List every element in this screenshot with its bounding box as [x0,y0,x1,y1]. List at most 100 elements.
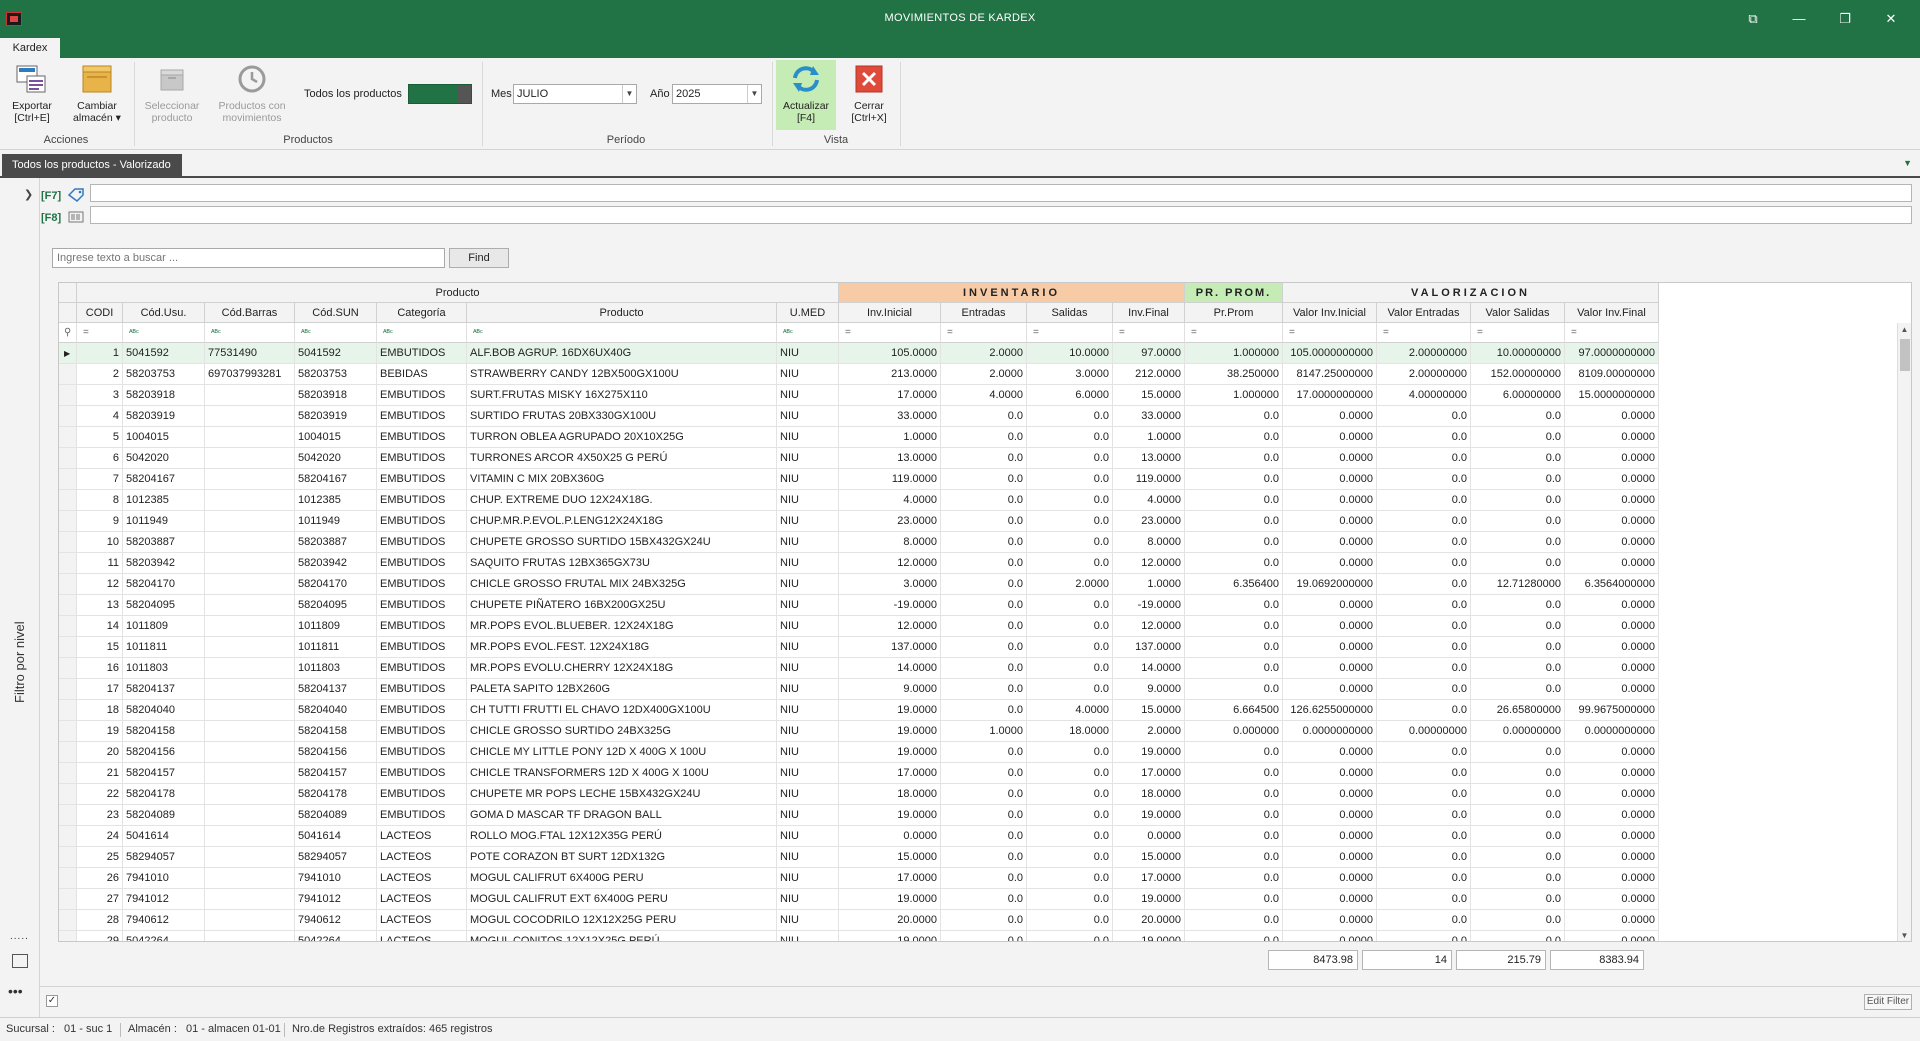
auto-filter-valor-entradas[interactable]: = [1377,323,1471,343]
cell-cod-sun[interactable]: 58204157 [295,763,377,784]
cell-valor-inv-final[interactable]: 0.0000 [1565,679,1659,700]
cell-valor-inv-final[interactable]: 0.0000 [1565,532,1659,553]
row-indicator[interactable] [59,469,77,490]
cell-valor-inv-final[interactable]: 8109.00000000 [1565,364,1659,385]
cell-salidas[interactable]: 0.0 [1027,742,1113,763]
cell-cod-barras[interactable] [205,700,295,721]
cell-cod-usu[interactable]: 5041614 [123,826,205,847]
cell-codi[interactable]: 7 [77,469,123,490]
cell-umed[interactable]: NIU [777,490,839,511]
cell-valor-inv-final[interactable]: 0.0000 [1565,826,1659,847]
expand-chevron-icon[interactable]: ❯ [24,188,33,201]
cell-producto[interactable]: CHUP.MR.P.EVOL.P.LENG12X24X18G [467,511,777,532]
cell-inv-final[interactable]: 212.0000 [1113,364,1185,385]
cell-cod-sun[interactable]: 5042020 [295,448,377,469]
table-row[interactable]: 16 1011803 1011803 EMBUTIDOS MR.POPS EVOLU.C… [59,658,1659,679]
table-row[interactable]: 10 58203887 58203887 EMBUTIDOS CHUPETE GROSS… [59,532,1659,553]
cell-valor-salidas[interactable]: 0.0 [1471,826,1565,847]
table-row[interactable]: 14 1011809 1011809 EMBUTIDOS MR.POPS EVOL.BL… [59,616,1659,637]
cell-inv-final[interactable]: 12.0000 [1113,616,1185,637]
cell-producto[interactable]: SURTIDO FRUTAS 20BX330GX100U [467,406,777,427]
cell-umed[interactable]: NIU [777,847,839,868]
cell-inv-inicial[interactable]: 19.0000 [839,721,941,742]
cell-valor-inv-inicial[interactable]: 0.0000 [1283,931,1377,941]
column-header-entradas[interactable]: Entradas [941,303,1027,323]
cell-valor-salidas[interactable]: 0.0 [1471,448,1565,469]
cell-categoria[interactable]: LACTEOS [377,868,467,889]
cell-cod-usu[interactable]: 7941012 [123,889,205,910]
cell-inv-final[interactable]: 9.0000 [1113,679,1185,700]
document-tab[interactable]: Todos los productos - Valorizado [2,154,182,176]
edit-filter-button[interactable]: Edit Filter [1864,994,1912,1010]
cell-valor-inv-final[interactable]: 6.3564000000 [1565,574,1659,595]
cell-cod-usu[interactable]: 1011809 [123,616,205,637]
close-window-button[interactable]: ✕ [1868,0,1914,38]
auto-filter-codi[interactable]: = [77,323,123,343]
cell-inv-final[interactable]: 33.0000 [1113,406,1185,427]
row-indicator[interactable] [59,784,77,805]
cell-inv-inicial[interactable]: 105.0000 [839,343,941,364]
cell-salidas[interactable]: 18.0000 [1027,721,1113,742]
cell-categoria[interactable]: EMBUTIDOS [377,784,467,805]
cell-valor-inv-final[interactable]: 0.0000 [1565,847,1659,868]
cell-cod-sun[interactable]: 1011949 [295,511,377,532]
table-row[interactable]: 18 58204040 58204040 EMBUTIDOS CH TUTTI FRUT… [59,700,1659,721]
change-warehouse-button[interactable]: Cambiar almacén ▾ [68,62,126,124]
table-row[interactable]: 8 1012385 1012385 EMBUTIDOS CHUP. EXTREME DU… [59,490,1659,511]
cell-salidas[interactable]: 0.0 [1027,931,1113,941]
cell-valor-salidas[interactable]: 0.0 [1471,742,1565,763]
cell-cod-sun[interactable]: 58204170 [295,574,377,595]
cell-valor-entradas[interactable]: 2.00000000 [1377,364,1471,385]
cell-cod-usu[interactable]: 58203942 [123,553,205,574]
cell-codi[interactable]: 6 [77,448,123,469]
cell-umed[interactable]: NIU [777,679,839,700]
cell-cod-sun[interactable]: 58204137 [295,679,377,700]
cell-valor-salidas[interactable]: 0.0 [1471,511,1565,532]
auto-filter-inv-final[interactable]: = [1113,323,1185,343]
row-indicator[interactable] [59,595,77,616]
row-indicator[interactable] [59,763,77,784]
row-indicator[interactable] [59,742,77,763]
cell-inv-final[interactable]: 19.0000 [1113,805,1185,826]
cell-valor-entradas[interactable]: 4.00000000 [1377,385,1471,406]
cell-categoria[interactable]: EMBUTIDOS [377,700,467,721]
cell-valor-inv-final[interactable]: 0.0000 [1565,448,1659,469]
cell-valor-salidas[interactable]: 0.0 [1471,616,1565,637]
cell-salidas[interactable]: 0.0 [1027,595,1113,616]
row-indicator[interactable] [59,553,77,574]
cell-valor-entradas[interactable]: 0.0 [1377,574,1471,595]
cell-pr-prom[interactable]: 0.0 [1185,679,1283,700]
row-indicator[interactable] [59,826,77,847]
cell-valor-salidas[interactable]: 0.0 [1471,784,1565,805]
cell-cod-sun[interactable]: 7941010 [295,868,377,889]
cell-codi[interactable]: 14 [77,616,123,637]
cell-cod-usu[interactable]: 58204137 [123,679,205,700]
cell-cod-sun[interactable]: 58203887 [295,532,377,553]
cell-cod-sun[interactable]: 5042264 [295,931,377,941]
cell-pr-prom[interactable]: 0.0 [1185,763,1283,784]
chevron-down-icon[interactable]: ▼ [622,85,636,103]
cell-codi[interactable]: 2 [77,364,123,385]
column-header-pr-prom[interactable]: Pr.Prom [1185,303,1283,323]
table-row[interactable]: 9 1011949 1011949 EMBUTIDOS CHUP.MR.P.EVOL.P… [59,511,1659,532]
cell-inv-final[interactable]: 23.0000 [1113,511,1185,532]
search-input[interactable] [52,248,445,268]
cell-valor-inv-inicial[interactable]: 0.0000 [1283,805,1377,826]
products-with-movements-button[interactable]: Productos con movimientos [212,62,292,124]
cell-salidas[interactable]: 0.0 [1027,763,1113,784]
row-indicator[interactable] [59,910,77,931]
cell-cod-usu[interactable]: 5042264 [123,931,205,941]
cell-pr-prom[interactable]: 0.0 [1185,553,1283,574]
cell-valor-inv-inicial[interactable]: 0.0000 [1283,658,1377,679]
cell-categoria[interactable]: EMBUTIDOS [377,490,467,511]
cell-pr-prom[interactable]: 0.0 [1185,910,1283,931]
cell-cod-barras[interactable] [205,784,295,805]
cell-salidas[interactable]: 0.0 [1027,658,1113,679]
table-row[interactable]: 12 58204170 58204170 EMBUTIDOS CHICLE GROSSO… [59,574,1659,595]
cell-pr-prom[interactable]: 0.0 [1185,805,1283,826]
cell-cod-usu[interactable]: 1004015 [123,427,205,448]
cell-entradas[interactable]: 0.0 [941,553,1027,574]
cell-valor-inv-final[interactable]: 0.0000 [1565,784,1659,805]
table-row[interactable]: 22 58204178 58204178 EMBUTIDOS CHUPETE MR PO… [59,784,1659,805]
cell-valor-inv-inicial[interactable]: 0.0000 [1283,469,1377,490]
